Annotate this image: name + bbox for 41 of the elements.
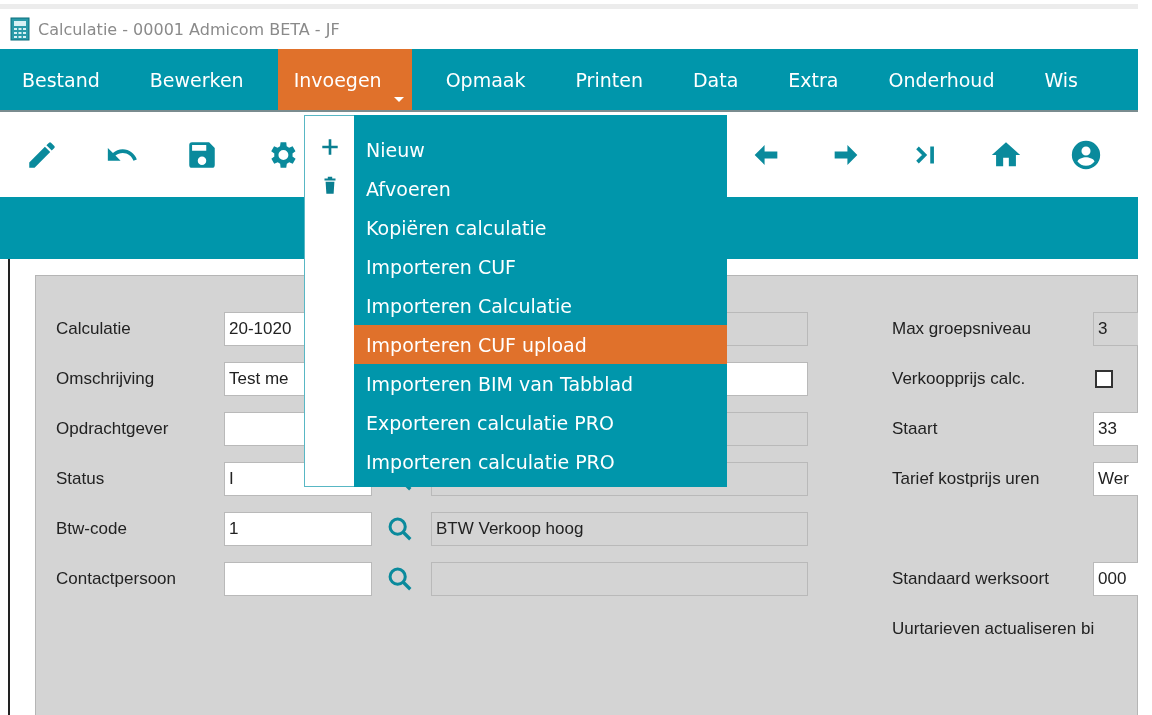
code-field[interactable] <box>224 562 372 596</box>
caret-icon <box>393 97 404 102</box>
window-title: Calculatie - 00001 Admicom BETA - JF <box>38 19 340 39</box>
field-label: Uurtarieven actualiseren bi <box>892 619 1093 639</box>
field-label: Standaard werksoort <box>892 569 1050 589</box>
calculator-icon <box>10 17 30 41</box>
menu-item[interactable]: Invoegen <box>277 49 412 110</box>
menu-item[interactable]: Extra <box>772 49 855 110</box>
field-label: Btw-code <box>56 519 128 539</box>
menu-item[interactable]: Afvoeren <box>354 169 727 208</box>
menu-item[interactable]: Bewerken <box>133 49 260 110</box>
menu-item[interactable]: Kopiëren calculatie <box>354 208 727 247</box>
field-label: Contactpersoon <box>56 569 178 589</box>
field-label: Opdrachtgever <box>56 419 170 439</box>
field-label: Verkoopprijs calc. <box>892 369 1027 389</box>
text-field[interactable]: 000 <box>1093 562 1138 596</box>
menu-item[interactable]: Data <box>676 49 755 110</box>
menu-item[interactable]: Opmaak <box>429 49 542 110</box>
field-label: Omschrijving <box>56 369 156 389</box>
code-field[interactable]: 1 <box>224 512 372 546</box>
menu-item[interactable]: Printen <box>559 49 659 110</box>
search-icon[interactable] <box>386 515 414 543</box>
description-field: BTW Verkoop hoog <box>431 512 808 546</box>
search-icon[interactable] <box>386 565 414 593</box>
menu-item[interactable]: Onderhoud <box>872 49 1011 110</box>
number-field: 3 <box>1093 312 1138 346</box>
field-label: Status <box>56 469 106 489</box>
menu-item[interactable]: Exporteren calculatie PRO <box>354 403 727 442</box>
menu-item[interactable]: Wis <box>1028 49 1094 110</box>
menu-item[interactable]: Importeren BIM van Tabblad <box>354 364 727 403</box>
text-field[interactable]: 33 <box>1093 412 1138 446</box>
menu-item[interactable]: Nieuw <box>354 130 727 169</box>
field-label: Calculatie <box>56 319 132 339</box>
menu-item[interactable]: Importeren CUF <box>354 247 727 286</box>
menu-item[interactable]: Bestand <box>6 49 116 110</box>
menu-item[interactable]: Importeren CUF upload <box>354 325 727 364</box>
field-label: Staart <box>892 419 939 439</box>
field-label: Max groepsniveau <box>892 319 1032 339</box>
checkbox[interactable] <box>1095 370 1113 388</box>
field-label: Tarief kostprijs uren <box>892 469 1041 489</box>
text-field[interactable]: Wer <box>1093 462 1138 496</box>
